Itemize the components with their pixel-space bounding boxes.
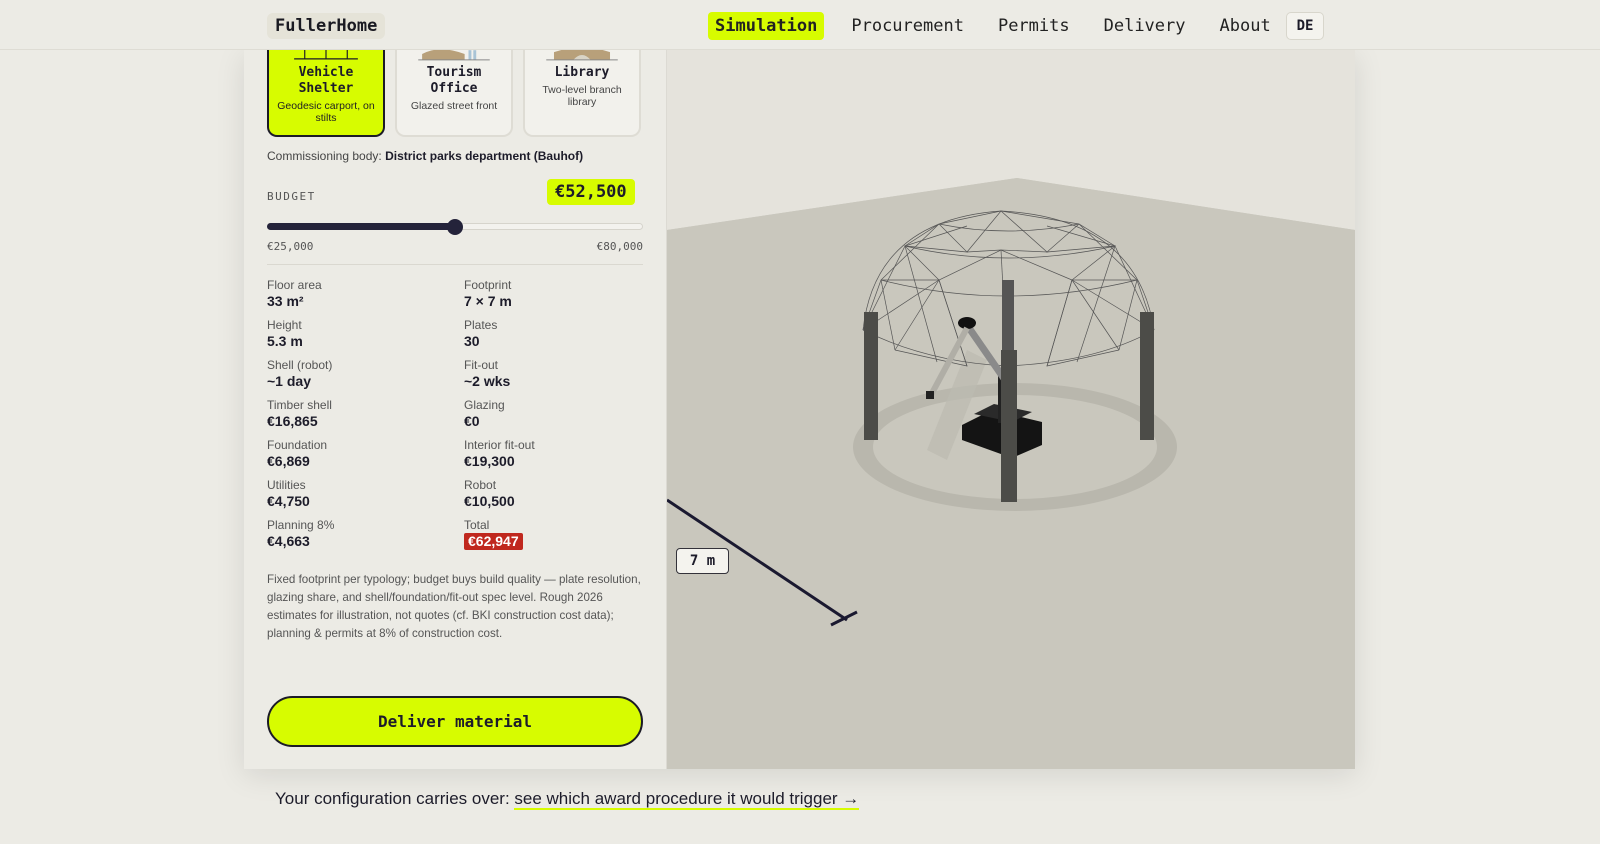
typology-card-tourism-office[interactable]: Tourism Office Glazed street front — [395, 48, 513, 137]
stat-planning: Planning 8% €4,663 — [267, 518, 464, 550]
stat-value: 7 × 7 m — [464, 293, 512, 309]
stat-label: Floor area — [267, 278, 322, 292]
typology-selector: Vehicle Shelter Geodesic carport, on sti… — [267, 48, 651, 137]
stat-label: Fit-out — [464, 358, 499, 372]
stat-value: €6,869 — [267, 453, 310, 469]
typology-name: Library — [554, 65, 610, 80]
stat-value: €4,750 — [267, 493, 310, 509]
stat-value: €10,500 — [464, 493, 515, 509]
stat-label: Interior fit-out — [464, 438, 535, 452]
typology-desc: Two-level branch library — [542, 84, 622, 108]
scale-label: 7 m — [676, 548, 729, 574]
nav-simulation[interactable]: Simulation — [708, 12, 825, 40]
footer-text: Your configuration carries over: — [275, 789, 515, 808]
stat-value: ~2 wks — [464, 373, 511, 389]
nav-permits[interactable]: Permits — [991, 12, 1077, 40]
nav-links: Simulation Procurement Permits Delivery … — [708, 12, 1298, 40]
stat-label: Plates — [464, 318, 498, 332]
typology-name: Tourism Office — [426, 65, 482, 96]
simulation-card: Vehicle Shelter Geodesic carport, on sti… — [244, 48, 1355, 769]
commission-label: Commissioning body: — [267, 149, 382, 163]
slider-thumb[interactable] — [447, 219, 463, 235]
stat-label: Footprint — [464, 278, 512, 292]
top-nav: FullerHome Simulation Procurement Permit… — [0, 0, 1600, 50]
nav-procurement[interactable]: Procurement — [844, 12, 971, 40]
estimate-note: Fixed footprint per typology; budget buy… — [267, 573, 641, 640]
stilt-back — [1002, 280, 1014, 360]
stat-label: Robot — [464, 478, 497, 492]
config-panel: Vehicle Shelter Geodesic carport, on sti… — [244, 48, 667, 769]
stats-grid: Floor area 33 m² Footprint 7 × 7 m Height 5… — [267, 278, 643, 550]
stat-foundation: Foundation €6,869 — [267, 438, 464, 470]
stat-shell-robot: Shell (robot) ~1 day — [267, 358, 464, 390]
stat-total: Total €62,947 — [464, 518, 643, 550]
stat-label: Utilities — [267, 478, 306, 492]
stat-fit-out: Fit-out ~2 wks — [464, 358, 643, 390]
typology-desc: Geodesic carport, on stilts — [277, 100, 375, 124]
total-badge: €62,947 — [464, 533, 523, 550]
stat-value: 5.3 m — [267, 333, 303, 349]
typology-card-vehicle-shelter[interactable]: Vehicle Shelter Geodesic carport, on sti… — [267, 48, 385, 137]
stat-label: Total — [464, 518, 490, 532]
slider-fill — [267, 223, 455, 230]
stat-value: ~1 day — [267, 373, 311, 389]
nav-delivery[interactable]: Delivery — [1097, 12, 1193, 40]
stat-value: €0 — [464, 413, 480, 429]
stat-value: €16,865 — [267, 413, 318, 429]
stat-label: Foundation — [267, 438, 328, 452]
nav-about[interactable]: About — [1213, 12, 1278, 40]
divider — [267, 264, 643, 265]
typology-card-library[interactable]: Library Two-level branch library — [523, 48, 641, 137]
language-toggle-button[interactable]: DE — [1286, 12, 1324, 40]
commission-value: District parks department (Bauhof) — [385, 149, 584, 163]
stat-height: Height 5.3 m — [267, 318, 464, 350]
deliver-material-button[interactable]: Deliver material — [267, 696, 643, 747]
stat-label: Shell (robot) — [267, 358, 333, 372]
stat-floor-area: Floor area 33 m² — [267, 278, 464, 310]
stilt-right — [1140, 312, 1154, 440]
library-icon — [546, 48, 618, 61]
stat-value: €19,300 — [464, 453, 515, 469]
stat-plates: Plates 30 — [464, 318, 643, 350]
carport-icon — [294, 48, 358, 60]
budget-slider[interactable] — [267, 218, 643, 236]
budget-value: €52,500 — [547, 179, 635, 205]
typology-desc: Glazed street front — [410, 100, 498, 112]
award-procedure-link[interactable]: see which award procedure it would trigg… — [514, 789, 860, 810]
stat-footprint: Footprint 7 × 7 m — [464, 278, 643, 310]
stat-value: 30 — [464, 333, 480, 349]
logo[interactable]: FullerHome — [267, 13, 386, 39]
stat-label: Timber shell — [267, 398, 332, 412]
stat-value: 33 m² — [267, 293, 304, 309]
stat-label: Height — [267, 318, 302, 332]
stilt-left — [864, 312, 878, 440]
budget-label: BUDGET — [267, 190, 316, 203]
stat-utilities: Utilities €4,750 — [267, 478, 464, 510]
stilt-front — [1001, 350, 1017, 502]
commissioning-body: Commissioning body: District parks depar… — [267, 149, 583, 163]
stat-timber-shell: Timber shell €16,865 — [267, 398, 464, 430]
stat-value: €4,663 — [267, 533, 310, 549]
stat-glazing: Glazing €0 — [464, 398, 643, 430]
budget-max-label: €80,000 — [596, 240, 643, 253]
stat-interior-fit-out: Interior fit-out €19,300 — [464, 438, 643, 470]
typology-name: Vehicle Shelter — [298, 65, 354, 96]
office-icon — [418, 49, 490, 61]
footer-cta: Your configuration carries over: see whi… — [275, 789, 860, 810]
stat-label: Glazing — [464, 398, 505, 412]
stat-robot: Robot €10,500 — [464, 478, 643, 510]
stat-label: Planning 8% — [267, 518, 335, 532]
budget-min-label: €25,000 — [267, 240, 314, 253]
scene-canvas — [667, 50, 1355, 769]
scene-viewport[interactable] — [667, 50, 1355, 769]
